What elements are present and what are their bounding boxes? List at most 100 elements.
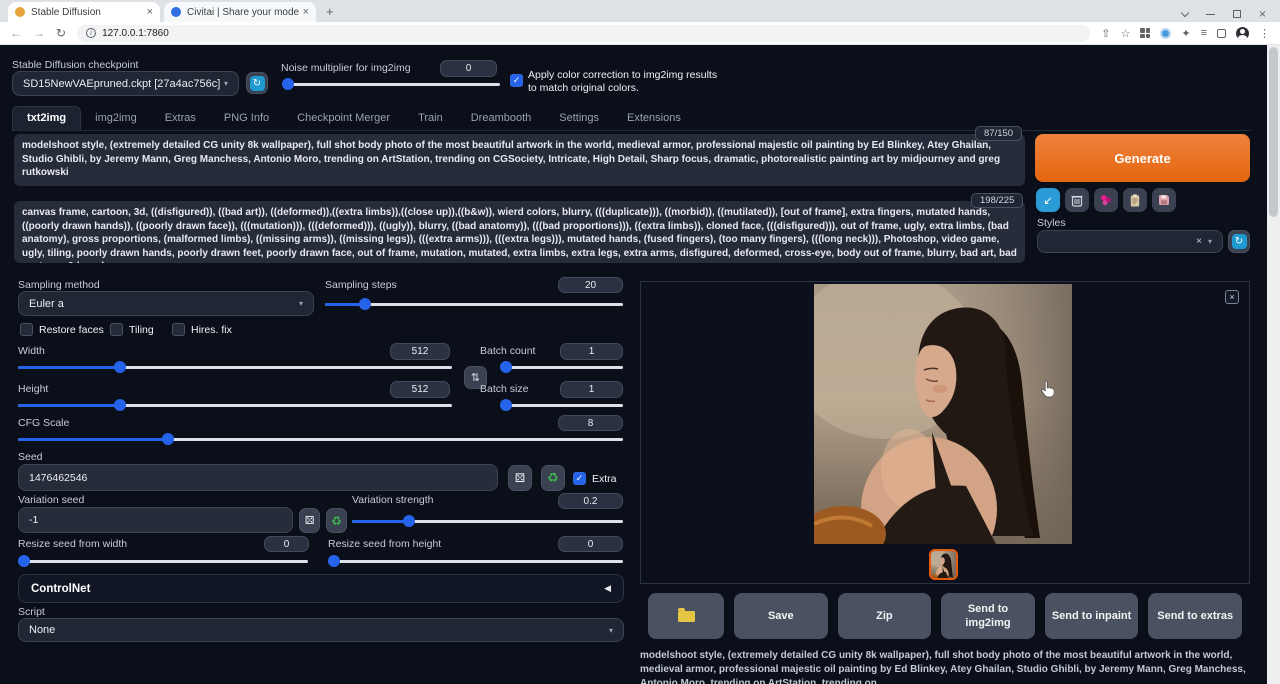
width-value[interactable]: 512 [390, 343, 450, 360]
extension-grid-icon[interactable] [1140, 28, 1150, 38]
resize-seed-height-slider[interactable] [328, 555, 623, 567]
side-panel-icon[interactable] [1217, 29, 1226, 38]
back-icon[interactable]: ← [10, 26, 22, 40]
clear-prompt-button[interactable] [1065, 188, 1089, 212]
reuse-variation-seed-button[interactable]: ♻ [326, 508, 347, 533]
generate-button[interactable]: Generate [1035, 134, 1250, 182]
sampling-method-dropdown[interactable]: Euler a ▾ [18, 291, 314, 316]
extension-blue-icon[interactable] [1160, 28, 1171, 39]
script-dropdown[interactable]: None ▾ [18, 618, 624, 642]
forward-icon[interactable]: → [33, 26, 45, 40]
maximize-icon[interactable] [1233, 10, 1241, 18]
reading-list-icon[interactable]: ≡ [1201, 27, 1207, 39]
sampling-steps-slider[interactable] [325, 298, 623, 310]
batch-count-slider[interactable] [500, 361, 623, 373]
extra-checkbox[interactable]: ✓ [573, 472, 586, 485]
tab-close-icon[interactable]: × [303, 6, 309, 18]
height-slider[interactable] [18, 399, 452, 411]
send-to-inpaint-button[interactable]: Send to inpaint [1045, 593, 1139, 639]
address-bar[interactable]: i 127.0.0.1:7860 [77, 25, 1090, 42]
tab-train[interactable]: Train [404, 107, 457, 130]
paste-generation-params-button[interactable]: ↙ [1036, 188, 1060, 212]
slider-handle[interactable] [282, 78, 294, 90]
tab-dreambooth[interactable]: Dreambooth [457, 107, 546, 130]
color-correction-checkbox[interactable]: ✓ [510, 74, 523, 87]
tab-extras[interactable]: Extras [151, 107, 210, 130]
noise-multiplier-value[interactable]: 0 [440, 60, 497, 77]
resize-seed-width-slider[interactable] [18, 555, 308, 567]
scrollbar-thumb[interactable] [1269, 47, 1278, 217]
resize-seed-height-value[interactable]: 0 [558, 536, 623, 552]
batch-size-value[interactable]: 1 [560, 381, 623, 398]
bookmark-star-icon[interactable]: ☆ [1120, 27, 1130, 40]
browser-menu-icon[interactable]: ⋮ [1259, 27, 1270, 40]
reload-icon[interactable]: ↻ [56, 26, 66, 40]
slider-handle[interactable] [403, 515, 415, 527]
sampling-steps-value[interactable]: 20 [558, 277, 623, 293]
gallery-thumbnail[interactable] [929, 549, 958, 580]
resize-seed-width-value[interactable]: 0 [264, 536, 309, 552]
extra-networks-button[interactable] [1094, 188, 1118, 212]
variation-strength-value[interactable]: 0.2 [558, 493, 623, 509]
refresh-checkpoints-button[interactable]: ↻ [246, 72, 268, 94]
prompt-textarea[interactable]: modelshoot style, (extremely detailed CG… [14, 134, 1025, 186]
height-value[interactable]: 512 [390, 381, 450, 398]
save-button[interactable]: Save [734, 593, 828, 639]
random-variation-seed-button[interactable]: ⚄ [299, 508, 320, 533]
profile-avatar[interactable] [1236, 27, 1249, 40]
variation-strength-slider[interactable] [352, 515, 623, 527]
send-to-extras-button[interactable]: Send to extras [1148, 593, 1242, 639]
slider-handle[interactable] [328, 555, 340, 567]
tab-checkpoint-merger[interactable]: Checkpoint Merger [283, 107, 404, 130]
slider-handle[interactable] [359, 298, 371, 310]
noise-multiplier-slider[interactable] [282, 78, 500, 90]
open-folder-button[interactable] [648, 593, 724, 639]
slider-handle[interactable] [114, 399, 126, 411]
send-to-img2img-button[interactable]: Send to img2img [941, 593, 1035, 639]
tab-txt2img[interactable]: txt2img [12, 106, 81, 130]
slider-handle[interactable] [500, 399, 512, 411]
tab-img2img[interactable]: img2img [81, 107, 151, 130]
slider-handle[interactable] [18, 555, 30, 567]
page-scrollbar[interactable] [1267, 45, 1280, 684]
save-style-button[interactable] [1152, 188, 1176, 212]
extensions-puzzle-icon[interactable]: ✦ [1181, 27, 1190, 40]
restore-faces-checkbox[interactable] [20, 323, 33, 336]
tiling-checkbox[interactable] [110, 323, 123, 336]
minimize-icon[interactable] [1206, 14, 1215, 15]
slider-handle[interactable] [114, 361, 126, 373]
gallery-close-button[interactable]: × [1225, 290, 1239, 304]
slider-handle[interactable] [162, 433, 174, 445]
hires-fix-checkbox[interactable] [172, 323, 185, 336]
variation-seed-input[interactable]: -1 [18, 507, 293, 533]
cfg-scale-value[interactable]: 8 [558, 415, 623, 431]
tab-png-info[interactable]: PNG Info [210, 107, 283, 130]
slider-handle[interactable] [500, 361, 512, 373]
reuse-seed-button[interactable]: ♻ [541, 465, 565, 491]
site-info-icon[interactable]: i [86, 28, 96, 38]
controlnet-accordion[interactable]: ControlNet ◀ [18, 574, 624, 603]
browser-tab-stable-diffusion[interactable]: Stable Diffusion × [8, 2, 160, 22]
zip-button[interactable]: Zip [838, 593, 932, 639]
refresh-styles-button[interactable]: ↻ [1228, 230, 1250, 253]
generated-image[interactable] [814, 284, 1072, 544]
share-icon[interactable]: ⇧ [1101, 27, 1110, 40]
random-seed-button[interactable]: ⚄ [508, 465, 532, 491]
clear-styles-icon[interactable]: × [1196, 236, 1202, 247]
batch-count-value[interactable]: 1 [560, 343, 623, 360]
styles-dropdown[interactable]: × ▾ [1037, 230, 1223, 253]
tab-close-icon[interactable]: × [147, 6, 153, 18]
seed-input[interactable]: 1476462546 [18, 464, 498, 491]
browser-tab-civitai[interactable]: Civitai | Share your models × [164, 2, 316, 22]
close-icon[interactable]: × [1259, 10, 1266, 18]
tab-settings[interactable]: Settings [545, 107, 613, 130]
negative-prompt-textarea[interactable]: canvas frame, cartoon, 3d, ((disfigured)… [14, 201, 1025, 263]
window-menu-icon[interactable] [1181, 8, 1189, 16]
new-tab-button[interactable]: + [326, 4, 334, 19]
batch-size-slider[interactable] [500, 399, 623, 411]
apply-style-button[interactable] [1123, 188, 1147, 212]
checkpoint-dropdown[interactable]: SD15NewVAEpruned.ckpt [27a4ac756c] ▾ [12, 71, 239, 96]
width-slider[interactable] [18, 361, 452, 373]
tab-extensions[interactable]: Extensions [613, 107, 695, 130]
cfg-scale-slider[interactable] [18, 433, 623, 445]
